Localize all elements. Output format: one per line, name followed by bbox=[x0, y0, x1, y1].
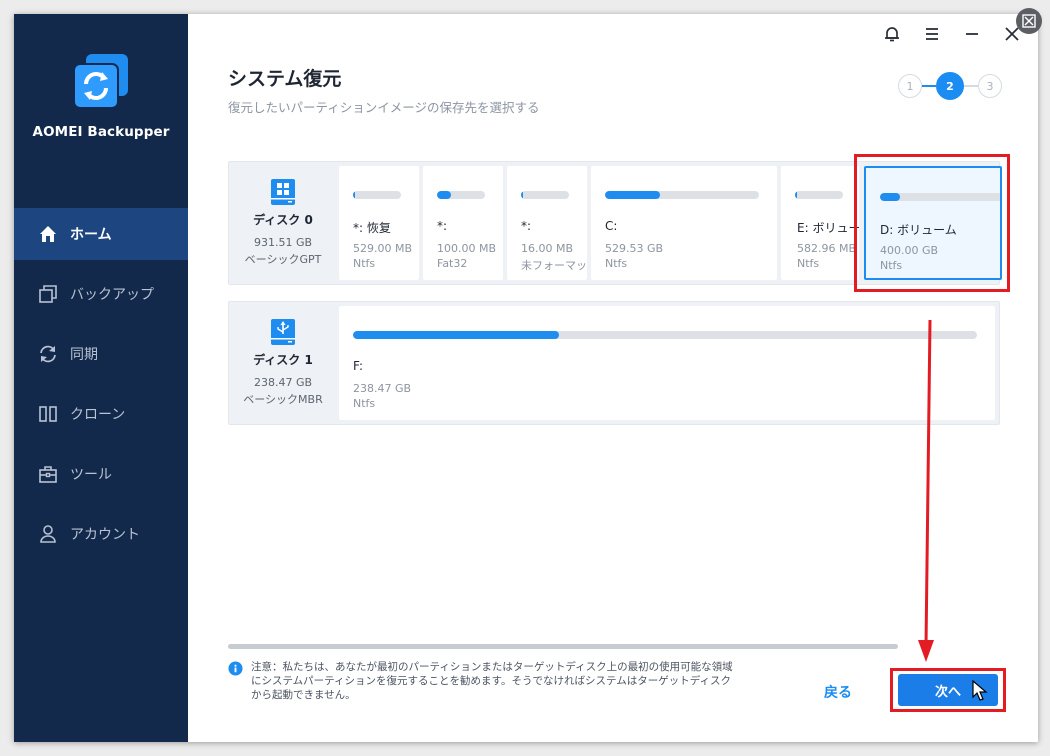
disk-name: ディスク 1 bbox=[253, 353, 313, 367]
account-icon bbox=[40, 525, 56, 543]
partition-label: E: ボリューム bbox=[797, 221, 859, 235]
app-name: AOMEI Backupper bbox=[32, 124, 170, 140]
mouse-cursor-icon bbox=[972, 680, 988, 701]
disk-type: ベーシックMBR bbox=[243, 393, 323, 406]
sidebar-item-backup[interactable]: バックアップ bbox=[14, 268, 188, 320]
partition-size: 529.00 MB bbox=[353, 242, 413, 255]
partition-label: *: bbox=[437, 219, 448, 233]
page-title: システム復元 bbox=[228, 68, 342, 90]
clone-icon bbox=[39, 406, 57, 422]
partition-card[interactable]: *: 恢复 529.00 MB Ntfs bbox=[339, 166, 419, 280]
partition-size: 100.00 MB bbox=[437, 242, 497, 255]
sidebar-item-sync[interactable]: 同期 bbox=[14, 328, 188, 380]
windows-disk-icon bbox=[271, 179, 295, 205]
horizontal-scrollbar[interactable] bbox=[228, 644, 898, 649]
disk-0-info[interactable]: ディスク 0 931.51 GB ベーシックGPT bbox=[229, 162, 337, 284]
partition-filesystem: Ntfs bbox=[880, 259, 903, 272]
aomei-logo-icon bbox=[73, 54, 128, 109]
partition-card[interactable]: F: 238.47 GB Ntfs bbox=[339, 306, 995, 420]
partition-filesystem: Ntfs bbox=[605, 257, 628, 270]
sidebar-nav: ホーム バックアップ 同期 クローン ツール アカウント bbox=[14, 208, 188, 568]
partition-size: 529.53 GB bbox=[605, 242, 664, 255]
home-icon bbox=[40, 226, 56, 242]
partition-label: F: bbox=[353, 359, 364, 373]
disk-1-info[interactable]: ディスク 1 238.47 GB ベーシックMBR bbox=[229, 302, 337, 424]
usage-bar bbox=[437, 191, 485, 199]
partition-filesystem: 未フォーマット bbox=[521, 259, 587, 272]
sidebar-item-home[interactable]: ホーム bbox=[14, 208, 188, 260]
usage-bar-fill bbox=[353, 191, 356, 199]
usage-bar bbox=[521, 191, 569, 199]
usage-bar bbox=[353, 191, 401, 199]
partition-card[interactable]: *: 16.00 MB 未フォーマット bbox=[507, 166, 587, 280]
usage-bar-fill bbox=[437, 191, 452, 199]
page-subtitle: 復元したいパーティションイメージの保存先を選択する bbox=[228, 100, 540, 115]
step-3: 3 bbox=[978, 74, 1002, 98]
partition-filesystem: Fat32 bbox=[437, 257, 468, 270]
main-panel: システム復元 復元したいパーティションイメージの保存先を選択する 1 2 3 デ… bbox=[188, 14, 1038, 742]
usage-bar bbox=[353, 331, 977, 339]
titlebar-controls bbox=[862, 24, 1022, 44]
step-indicator: 1 2 3 bbox=[898, 72, 1002, 100]
partition-label: D: ボリューム bbox=[880, 223, 957, 237]
usage-bar-fill bbox=[795, 191, 798, 199]
partition-size: 582.96 MB bbox=[797, 242, 857, 255]
partition-filesystem: Ntfs bbox=[797, 257, 820, 270]
sidebar-item-label: バックアップ bbox=[70, 287, 154, 303]
partition-filesystem: Ntfs bbox=[353, 397, 376, 410]
partition-size: 16.00 MB bbox=[521, 242, 574, 255]
partition-size: 238.47 GB bbox=[353, 382, 412, 395]
usage-bar-fill bbox=[605, 191, 661, 199]
sync-icon bbox=[40, 345, 56, 363]
disk-size: 931.51 GB bbox=[253, 236, 313, 249]
sidebar: AOMEI Backupper ホーム バックアップ 同期 クローン ツール ア… bbox=[14, 14, 188, 742]
usage-bar-fill bbox=[353, 331, 559, 339]
sidebar-item-label: クローン bbox=[70, 407, 126, 423]
step-1: 1 bbox=[898, 74, 922, 98]
menu-icon[interactable] bbox=[922, 24, 942, 44]
sidebar-item-label: 同期 bbox=[70, 347, 98, 363]
sidebar-item-clone[interactable]: クローン bbox=[14, 388, 188, 440]
sidebar-item-label: ツール bbox=[70, 467, 112, 483]
bell-icon[interactable] bbox=[882, 24, 902, 44]
step-2-current: 2 bbox=[936, 72, 964, 100]
partition-label: C: bbox=[605, 219, 618, 233]
partition-label: *: 恢复 bbox=[353, 221, 391, 235]
next-button-label: 次へ bbox=[934, 684, 961, 700]
partition-card[interactable]: *: 100.00 MB Fat32 bbox=[423, 166, 503, 280]
disk-type: ベーシックGPT bbox=[244, 253, 322, 266]
partition-size: 400.00 GB bbox=[880, 244, 939, 257]
usb-disk-icon bbox=[271, 319, 295, 345]
usage-bar-fill bbox=[521, 191, 524, 199]
disk-1-row: ディスク 1 238.47 GB ベーシックMBR F: 238.47 GB N… bbox=[228, 301, 1000, 425]
minimize-icon[interactable] bbox=[962, 24, 982, 44]
sidebar-item-tools[interactable]: ツール bbox=[14, 448, 188, 500]
red-arrow-annotation bbox=[918, 319, 934, 662]
partition-label: *: bbox=[521, 219, 532, 233]
partition-card-selected[interactable]: D: ボリューム 400.00 GB Ntfs bbox=[864, 166, 1002, 280]
partition-card[interactable]: E: ボリューム 582.96 MB Ntfs bbox=[781, 166, 859, 280]
partition-card[interactable]: C: 529.53 GB Ntfs bbox=[591, 166, 777, 280]
sidebar-item-label: ホーム bbox=[70, 227, 112, 243]
disk-0-row: ディスク 0 931.51 GB ベーシックGPT *: 恢复 529.00 M… bbox=[228, 161, 1002, 285]
usage-bar-fill bbox=[880, 193, 900, 201]
usage-bar bbox=[795, 191, 843, 199]
disk-name: ディスク 0 bbox=[253, 213, 313, 227]
step-connector bbox=[964, 85, 978, 87]
backup-icon bbox=[39, 285, 57, 303]
note-text: 注意：私たちは、あなたが最初のパーティションまたはターゲットディスク上の最初の使… bbox=[251, 661, 733, 701]
app-window: AOMEI Backupper ホーム バックアップ 同期 クローン ツール ア… bbox=[14, 14, 1038, 742]
usage-bar bbox=[880, 193, 1000, 201]
info-icon bbox=[228, 661, 243, 676]
disk-size: 238.47 GB bbox=[253, 376, 313, 389]
tools-icon bbox=[39, 466, 57, 483]
usage-bar bbox=[605, 191, 759, 199]
warning-note: 注意：私たちは、あなたが最初のパーティションまたはターゲットディスク上の最初の使… bbox=[228, 660, 738, 702]
partition-filesystem: Ntfs bbox=[353, 257, 376, 270]
sidebar-item-account[interactable]: アカウント bbox=[14, 508, 188, 560]
step-connector bbox=[922, 85, 936, 87]
screenshot-tool-icon[interactable] bbox=[1016, 8, 1042, 34]
back-button[interactable]: 戻る bbox=[824, 682, 852, 702]
sidebar-item-label: アカウント bbox=[70, 527, 140, 543]
